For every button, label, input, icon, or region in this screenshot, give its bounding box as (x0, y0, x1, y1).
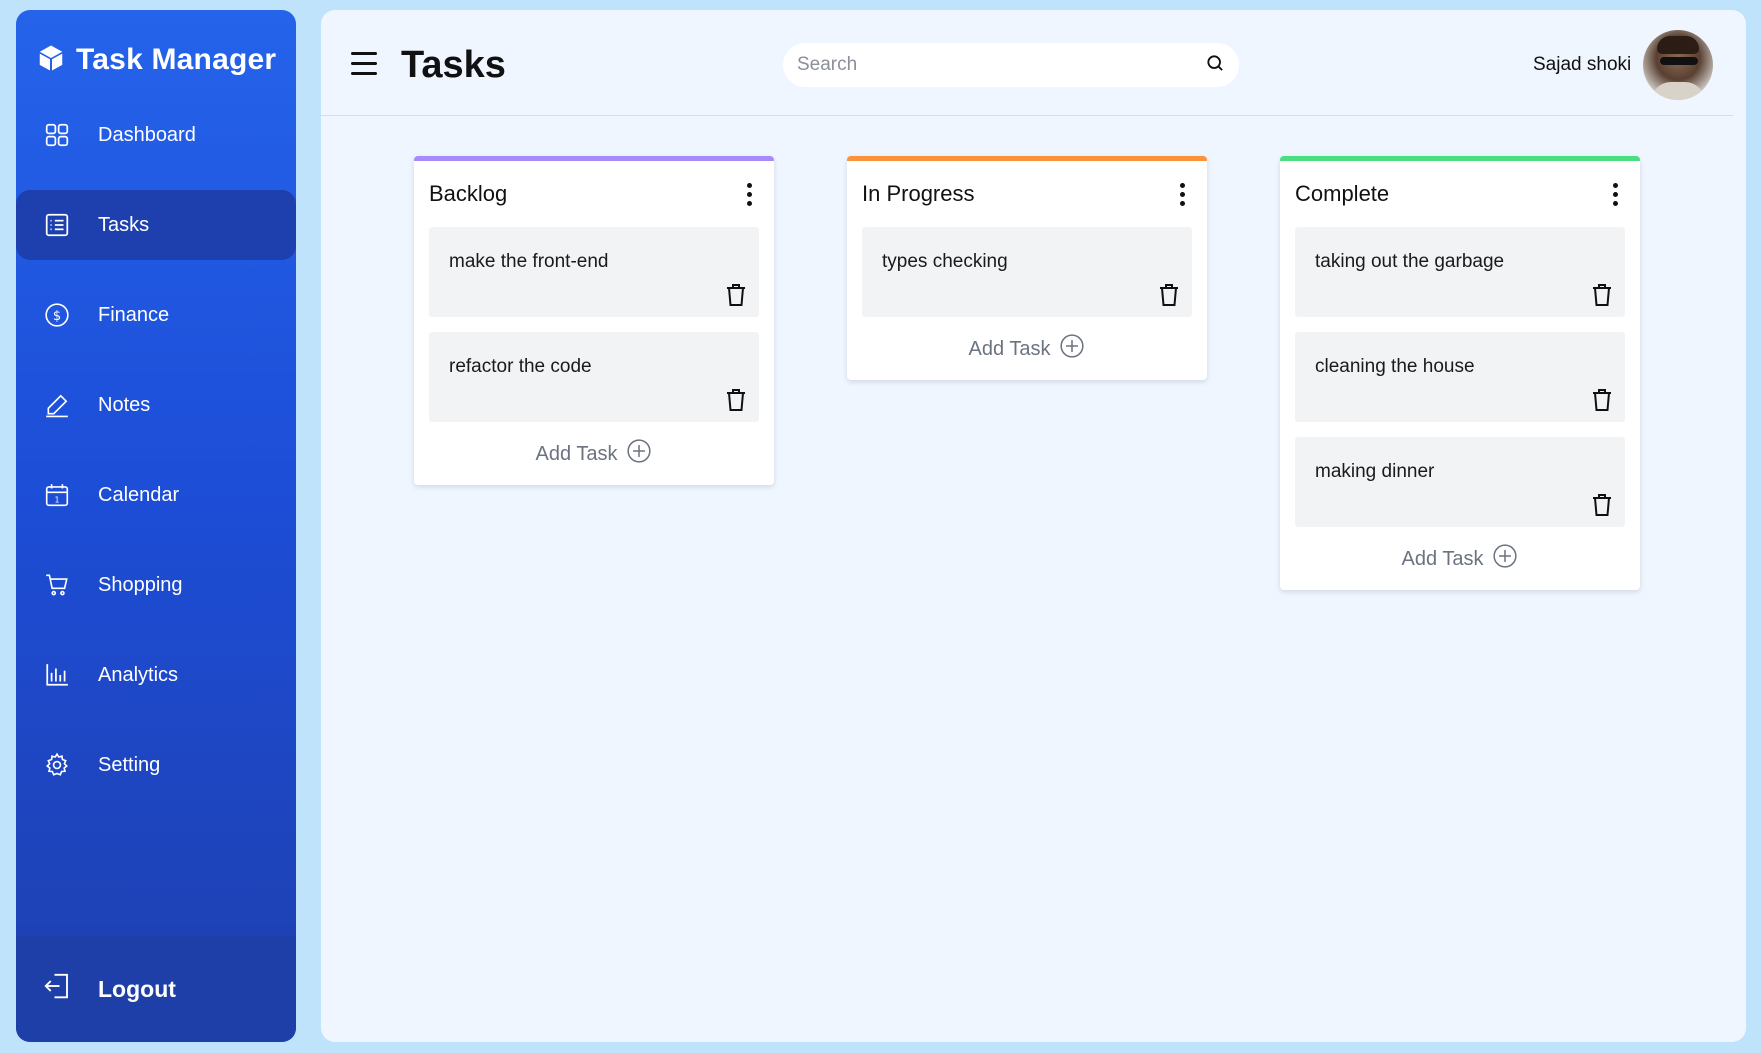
trash-icon[interactable] (1158, 283, 1180, 307)
add-task-label: Add Task (535, 442, 618, 465)
task-text: cleaning the house (1315, 356, 1475, 377)
column-title: Complete (1295, 181, 1390, 206)
sidebar-item-analytics[interactable]: Analytics (16, 640, 296, 710)
main-panel: Tasks Sajad shoki Backlog make the front… (321, 10, 1746, 1042)
sidebar-nav: Dashboard Tasks $ Finance Notes 1 Calend… (16, 100, 296, 820)
column-complete: Complete taking out the garbage cleaning… (1280, 156, 1640, 590)
page-title: Tasks (401, 44, 506, 86)
plus-circle-icon (1492, 543, 1518, 575)
cart-icon (42, 570, 72, 600)
task-card[interactable]: refactor the code (429, 332, 759, 422)
sidebar-item-calendar[interactable]: 1 Calendar (16, 460, 296, 530)
logout-button[interactable]: Logout (16, 936, 296, 1042)
task-text: types checking (882, 251, 1008, 272)
sidebar-item-tasks[interactable]: Tasks (16, 190, 296, 260)
column-title: Backlog (429, 181, 508, 206)
task-card[interactable]: types checking (862, 227, 1192, 317)
user-name: Sajad shoki (1533, 54, 1632, 75)
add-task-button[interactable]: Add Task (862, 332, 1192, 366)
svg-text:$: $ (53, 309, 61, 324)
column-in-progress: In Progress types checking Add Task (847, 156, 1207, 380)
avatar[interactable] (1643, 30, 1713, 100)
sidebar-item-notes[interactable]: Notes (16, 370, 296, 440)
column-title: In Progress (862, 181, 975, 206)
sidebar-item-label: Dashboard (98, 123, 196, 146)
svg-text:1: 1 (55, 496, 60, 505)
task-text: refactor the code (449, 356, 592, 377)
column-header: Complete (1295, 161, 1625, 227)
column-backlog: Backlog make the front-end refactor the … (414, 156, 774, 485)
hamburger-menu-icon[interactable] (351, 52, 377, 76)
plus-circle-icon (626, 438, 652, 470)
brand[interactable]: Task Manager (36, 38, 276, 82)
gear-icon (42, 750, 72, 780)
sidebar-item-label: Calendar (98, 483, 180, 506)
search-box (783, 43, 1239, 87)
column-header: Backlog (429, 161, 759, 227)
list-icon (42, 210, 72, 240)
sidebar-item-label: Setting (98, 753, 161, 776)
sidebar-item-finance[interactable]: $ Finance (16, 280, 296, 350)
more-options-icon[interactable] (1172, 181, 1192, 207)
plus-circle-icon (1059, 333, 1085, 365)
trash-icon[interactable] (1591, 388, 1613, 412)
task-card[interactable]: making dinner (1295, 437, 1625, 527)
task-card[interactable]: make the front-end (429, 227, 759, 317)
more-options-icon[interactable] (1605, 181, 1625, 207)
sidebar-item-shopping[interactable]: Shopping (16, 550, 296, 620)
trash-icon[interactable] (725, 283, 747, 307)
trash-icon[interactable] (1591, 283, 1613, 307)
add-task-button[interactable]: Add Task (1295, 542, 1625, 576)
task-text: make the front-end (449, 251, 609, 272)
trash-icon[interactable] (1591, 493, 1613, 517)
sidebar-item-label: Notes (98, 393, 151, 416)
task-card[interactable]: cleaning the house (1295, 332, 1625, 422)
logout-label: Logout (98, 975, 176, 1002)
logout-icon (42, 971, 72, 1007)
sidebar-item-label: Tasks (98, 213, 150, 236)
task-card[interactable]: taking out the garbage (1295, 227, 1625, 317)
sidebar-item-label: Finance (98, 303, 170, 326)
sidebar-item-setting[interactable]: Setting (16, 730, 296, 800)
sidebar: Task Manager Dashboard Tasks $ Finance N… (16, 10, 296, 1042)
task-text: making dinner (1315, 461, 1435, 482)
sidebar-item-label: Shopping (98, 573, 183, 596)
grid-icon (42, 120, 72, 150)
pencil-icon (42, 390, 72, 420)
sidebar-item-dashboard[interactable]: Dashboard (16, 100, 296, 170)
search-input[interactable] (797, 54, 1205, 76)
task-text: taking out the garbage (1315, 251, 1505, 272)
calendar-icon: 1 (42, 480, 72, 510)
add-task-label: Add Task (968, 337, 1051, 360)
app-title: Task Manager (76, 43, 277, 76)
chart-icon (42, 660, 72, 690)
dollar-icon: $ (42, 300, 72, 330)
search-icon[interactable] (1205, 53, 1225, 78)
top-bar: Tasks Sajad shoki (321, 10, 1733, 116)
trash-icon[interactable] (725, 388, 747, 412)
column-header: In Progress (862, 161, 1192, 227)
add-task-label: Add Task (1401, 547, 1484, 570)
cube-logo-icon (36, 43, 66, 78)
add-task-button[interactable]: Add Task (429, 437, 759, 471)
sidebar-item-label: Analytics (98, 663, 179, 686)
more-options-icon[interactable] (739, 181, 759, 207)
